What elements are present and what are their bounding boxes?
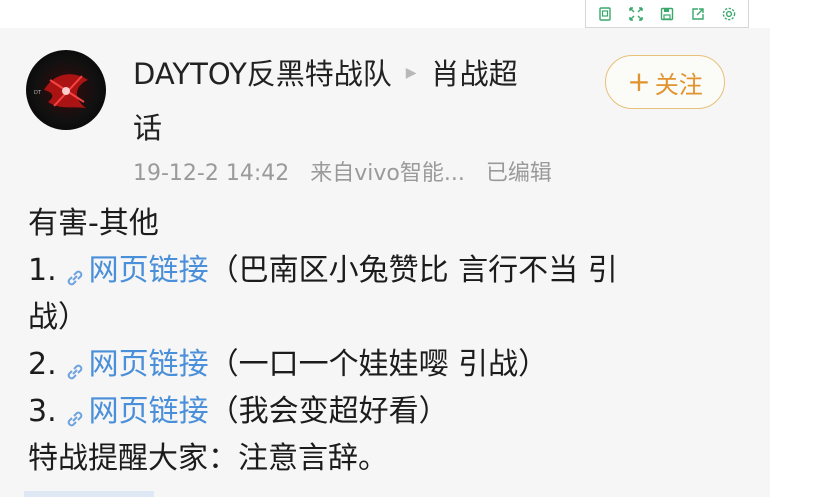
svg-text:DT: DT bbox=[34, 90, 42, 96]
expand-icon[interactable] bbox=[626, 4, 646, 24]
timestamp: 19-12-2 14:42 bbox=[133, 161, 290, 186]
source[interactable]: 来自vivo智能... bbox=[310, 161, 465, 186]
save-icon[interactable] bbox=[657, 4, 677, 24]
post-header: DAYTOY反黑特战队 ▶ 肖战超 话 bbox=[133, 48, 573, 154]
web-link[interactable]: 网页链接 bbox=[89, 253, 209, 288]
web-link[interactable]: 网页链接 bbox=[89, 347, 209, 382]
post-body: 有害-其他 1. 网页链接（巴南区小兔赞比 言行不当 引 战） 2. 网页链接（一口… bbox=[28, 200, 748, 482]
settings-icon[interactable] bbox=[719, 4, 739, 24]
list-number: 3. bbox=[28, 394, 57, 429]
follow-button[interactable]: + 关注 bbox=[605, 55, 725, 109]
body-line: 2. 网页链接（一口一个娃娃嘤 引战） bbox=[28, 341, 748, 388]
post-meta: 19-12-2 14:42 来自vivo智能... 已编辑 bbox=[133, 155, 566, 187]
link-note: （一口一个娃娃嘤 引战） bbox=[208, 347, 549, 382]
body-line: 1. 网页链接（巴南区小兔赞比 言行不当 引 bbox=[28, 247, 748, 294]
avatar[interactable]: DT bbox=[26, 50, 106, 130]
link-note: （我会变超好看） bbox=[208, 394, 449, 429]
link-icon bbox=[63, 351, 87, 379]
link-icon bbox=[63, 398, 87, 426]
follow-label: 关注 bbox=[654, 70, 703, 99]
topic-name-cont[interactable]: 话 bbox=[133, 111, 162, 145]
username[interactable]: DAYTOY反黑特战队 bbox=[133, 57, 392, 91]
edited-badge[interactable]: 已编辑 bbox=[486, 161, 552, 186]
web-link[interactable]: 网页链接 bbox=[89, 394, 209, 429]
body-line: 有害-其他 bbox=[28, 206, 159, 241]
copy-icon[interactable] bbox=[595, 4, 615, 24]
image-toolbar bbox=[585, 0, 749, 28]
body-line: 战） bbox=[28, 300, 88, 335]
body-line: 特战提醒大家：注意言辞。 bbox=[28, 441, 388, 476]
arrow-right-icon: ▶ bbox=[405, 65, 417, 81]
share-icon[interactable] bbox=[688, 4, 708, 24]
body-line: 3. 网页链接（我会变超好看） bbox=[28, 388, 748, 435]
topic-name[interactable]: 肖战超 bbox=[431, 57, 518, 91]
bottom-divider bbox=[24, 491, 154, 497]
plus-icon: + bbox=[627, 64, 651, 98]
link-note: （巴南区小兔赞比 言行不当 引 bbox=[208, 253, 618, 288]
link-icon bbox=[63, 257, 87, 285]
list-number: 2. bbox=[28, 347, 57, 382]
list-number: 1. bbox=[28, 253, 57, 288]
